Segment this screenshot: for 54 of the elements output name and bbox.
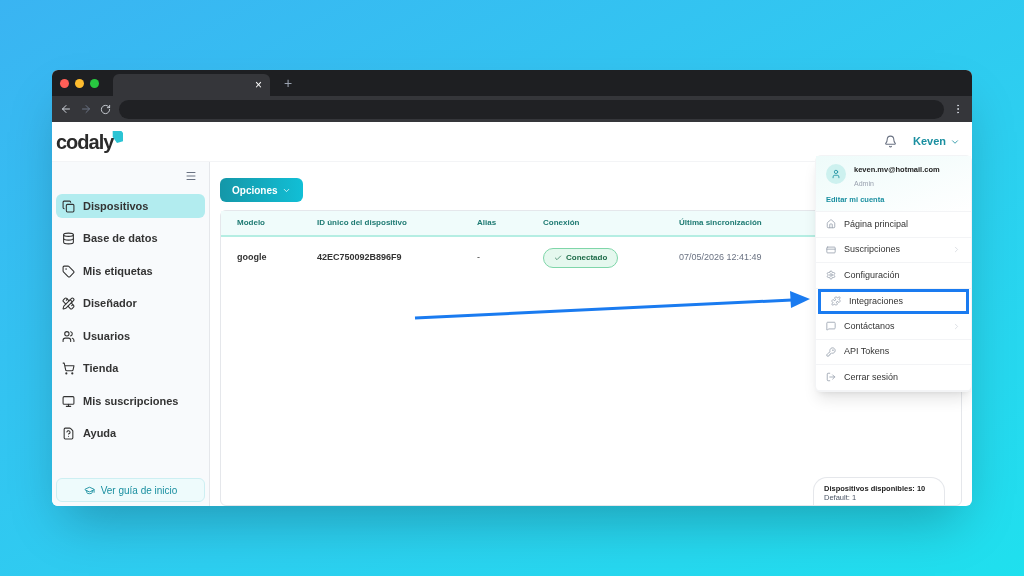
puzzle-icon <box>831 296 841 307</box>
menu-item[interactable]: Contáctanos <box>816 314 971 340</box>
sidebar-item[interactable]: Base de datos <box>56 226 205 251</box>
menu-item[interactable]: Configuración <box>816 263 971 289</box>
sidebar-item[interactable]: Usuarios <box>56 324 205 348</box>
key-icon <box>826 346 836 357</box>
column-header[interactable]: Última sincronización <box>679 218 762 227</box>
table-cell: 07/05/2026 12:41:49 <box>679 252 762 263</box>
tab-close[interactable]: × <box>255 76 262 94</box>
sidebar-item[interactable]: Dispositivos <box>56 194 205 218</box>
graduation-cap-icon <box>83 484 95 496</box>
home-icon <box>826 219 836 230</box>
database-icon <box>62 232 75 245</box>
status-badge: Conectado <box>543 248 619 268</box>
devices-icon <box>62 199 75 213</box>
sidebar-item[interactable]: Mis etiquetas <box>56 259 205 283</box>
column-header[interactable]: Conexión <box>543 218 580 227</box>
reload-icon[interactable] <box>100 103 111 115</box>
new-tab-button[interactable]: + <box>284 72 293 94</box>
user-menu-button[interactable]: Keven <box>912 133 960 150</box>
table-cell: 42EC750092B896F9 <box>317 252 402 263</box>
sidebar-item[interactable]: Tienda <box>56 356 205 381</box>
chevron-right-icon <box>952 245 961 255</box>
help-book-icon <box>62 427 75 440</box>
notification-bell-icon[interactable] <box>883 135 897 148</box>
browser-tab[interactable]: × <box>113 74 270 96</box>
chevron-right-icon <box>952 321 961 331</box>
back-icon[interactable] <box>60 103 72 115</box>
logout-icon <box>826 372 836 383</box>
table-cell: google <box>237 252 267 263</box>
column-header[interactable]: Modelo <box>237 218 265 227</box>
settings-icon <box>826 270 836 281</box>
cart-icon <box>62 362 75 375</box>
sidebar-item[interactable]: Diseñador <box>56 291 205 316</box>
table-cell: - <box>477 252 480 263</box>
menu-item[interactable]: Cerrar sesión <box>816 365 971 391</box>
menu-item[interactable]: API Tokens <box>816 339 971 365</box>
monitor-icon <box>62 394 75 408</box>
column-header[interactable]: Alias <box>477 218 497 227</box>
tag-icon <box>62 264 75 278</box>
sidebar-item[interactable]: Mis suscripciones <box>56 389 205 413</box>
card-icon <box>826 244 836 255</box>
users-icon <box>62 329 75 343</box>
logo[interactable]: codaly <box>56 129 114 154</box>
ruler-pencil-icon <box>62 297 75 310</box>
menu-item[interactable]: Página principal <box>816 212 971 238</box>
chat-icon <box>826 321 836 332</box>
column-header[interactable]: ID único del dispositivo <box>317 218 407 227</box>
avatar <box>826 164 846 184</box>
start-guide-button[interactable]: Ver guía de inicio <box>56 478 205 502</box>
menu-icon[interactable] <box>185 170 197 182</box>
menu-item[interactable]: Integraciones <box>818 288 969 314</box>
menu-item[interactable]: Suscripciones <box>816 237 971 263</box>
sidebar-item[interactable]: Ayuda <box>56 421 205 446</box>
